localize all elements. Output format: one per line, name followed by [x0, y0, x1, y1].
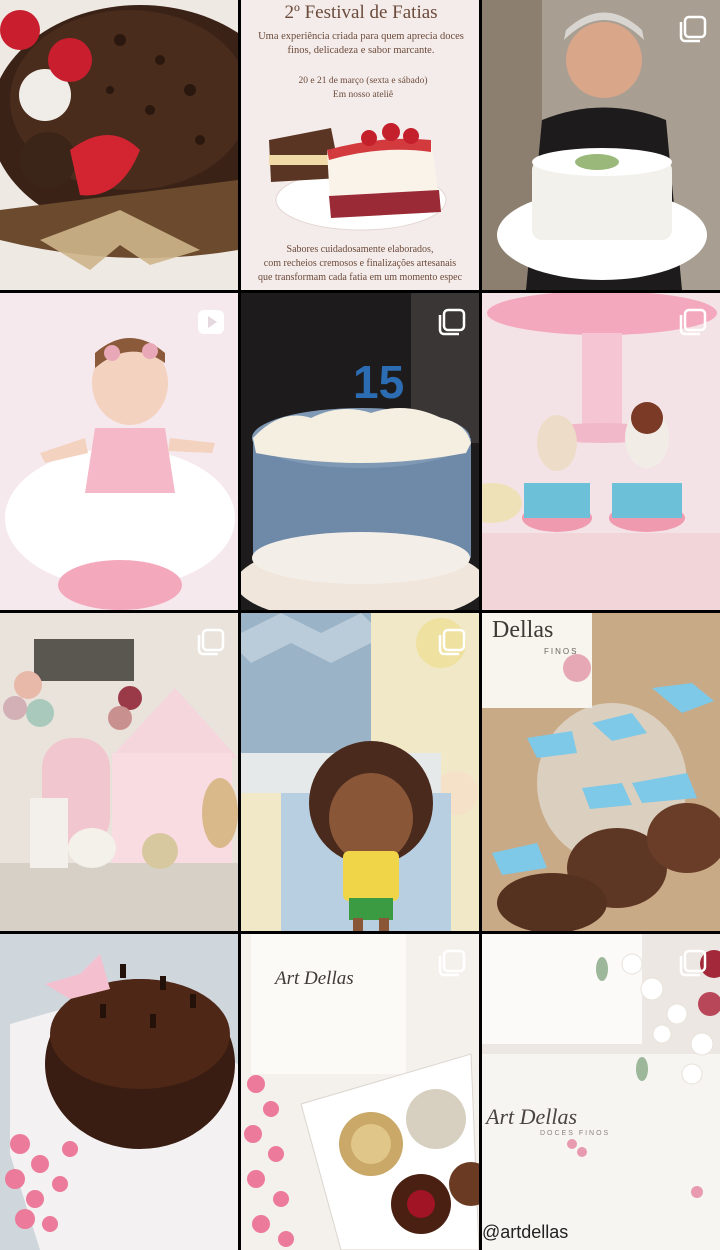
post-image — [241, 613, 479, 931]
poster-place: Em nosso ateliê — [332, 90, 394, 100]
poster-date: 20 e 21 de março (sexta e sábado) — [298, 76, 428, 86]
profile-post-grid: 2º Festival de Fatias Uma experiência cr… — [0, 0, 720, 1250]
post-tile[interactable]: Art Dellas — [241, 934, 479, 1250]
poster-title: 2º Festival de Fatias — [284, 2, 438, 23]
post-image: 15 — [241, 293, 479, 610]
carousel-icon — [678, 307, 708, 337]
reel-icon — [196, 307, 226, 337]
instagram-handle: @artdellas — [482, 1222, 569, 1242]
poster-outro-line3: que transformam cada fatia em um momento… — [257, 272, 463, 283]
post-image — [0, 613, 238, 931]
carousel-icon — [437, 307, 467, 337]
brand-name: Art Dellas — [486, 1104, 578, 1129]
brand-subtitle: FINOS — [544, 647, 579, 656]
post-tile[interactable]: Dellas FINOS — [482, 613, 720, 931]
poster-outro-line1: Sabores cuidadosamente elaborados, — [286, 244, 434, 255]
post-tile[interactable]: Art Dellas DOCES FINOS @artdellas — [482, 934, 720, 1250]
post-tile[interactable] — [0, 934, 238, 1250]
post-tile[interactable] — [241, 613, 479, 931]
carousel-icon — [678, 948, 708, 978]
carousel-icon — [437, 627, 467, 657]
post-tile[interactable]: 15 — [241, 293, 479, 610]
poster-intro: Uma experiência criada para quem aprecia… — [258, 31, 464, 56]
post-tile[interactable] — [0, 613, 238, 931]
post-tile[interactable] — [482, 293, 720, 610]
carousel-icon — [678, 14, 708, 44]
svg-text:15: 15 — [353, 356, 404, 408]
brand-name: Dellas — [492, 617, 554, 643]
post-tile[interactable] — [0, 0, 238, 290]
post-image — [482, 293, 720, 610]
brand-subtitle: DOCES FINOS — [540, 1130, 611, 1137]
post-image — [0, 0, 238, 290]
carousel-icon — [196, 627, 226, 657]
post-image — [482, 934, 720, 1250]
post-image — [0, 934, 238, 1250]
post-tile[interactable] — [0, 293, 238, 610]
post-tile[interactable] — [482, 0, 720, 290]
poster-outro-line2: com recheios cremosos e finalizações art… — [263, 258, 457, 269]
brand-name: Art Dellas — [275, 968, 354, 989]
post-image — [482, 613, 720, 931]
carousel-icon — [437, 948, 467, 978]
post-tile[interactable]: 2º Festival de Fatias Uma experiência cr… — [241, 0, 479, 290]
post-image — [0, 293, 238, 610]
